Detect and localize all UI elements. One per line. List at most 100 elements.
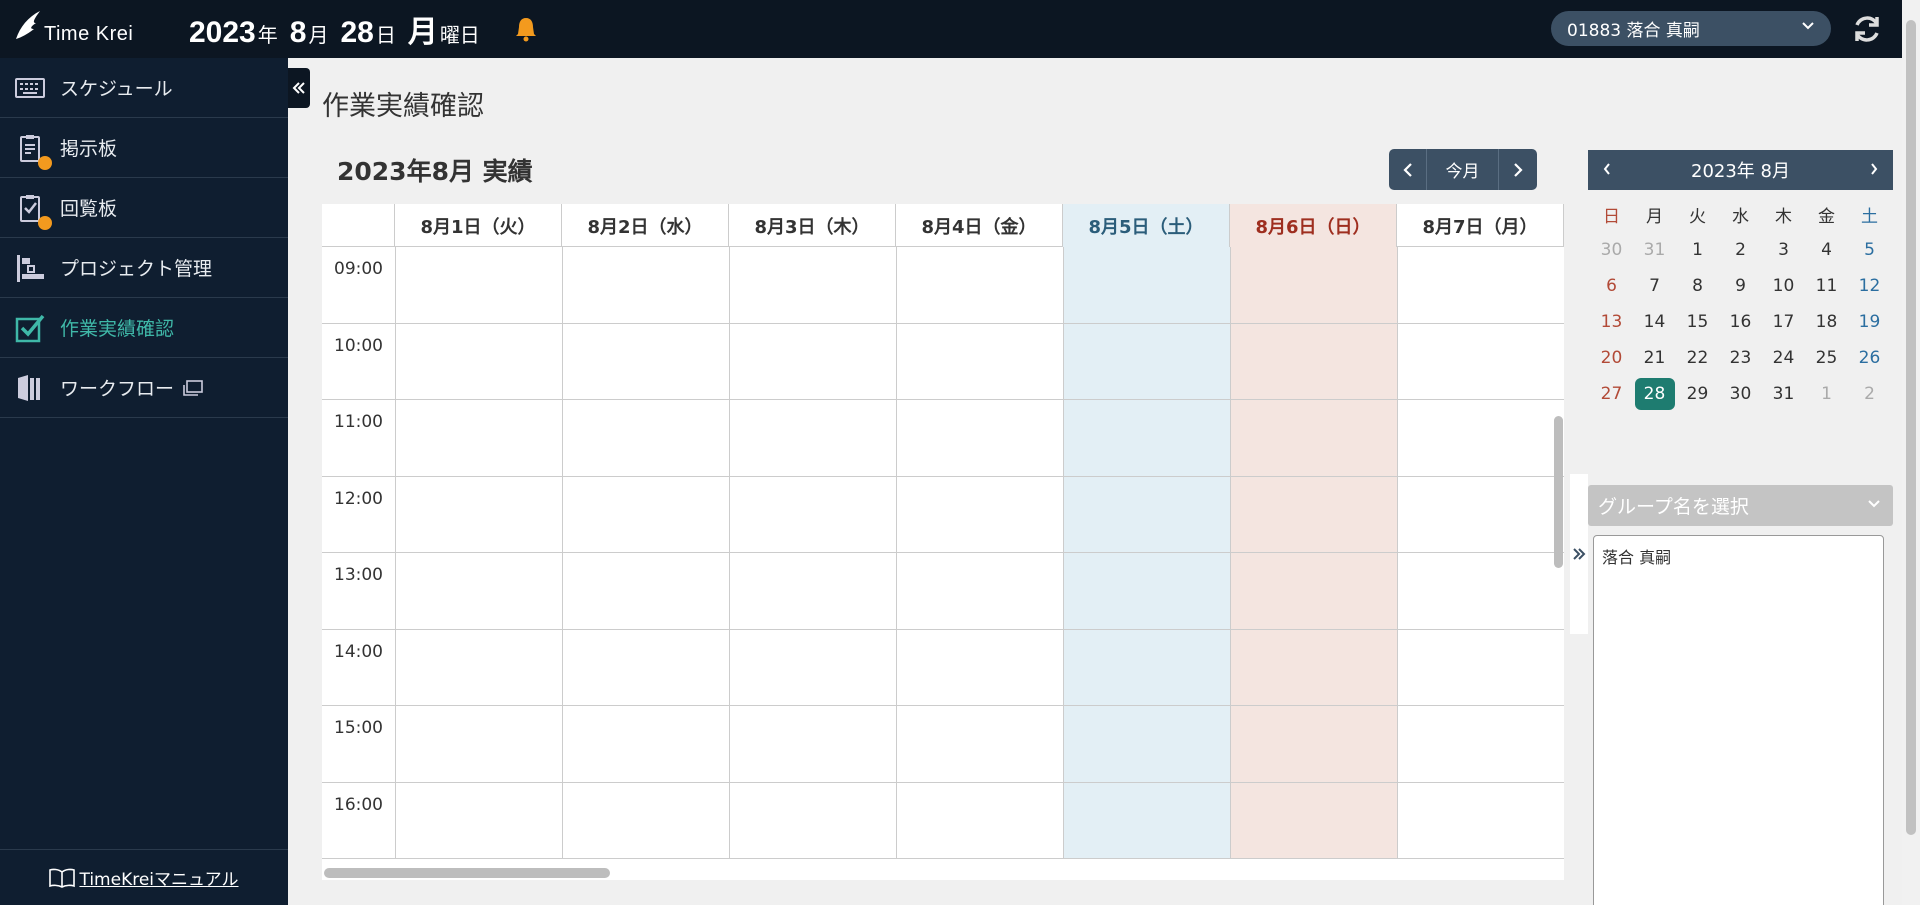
mini-calendar-day[interactable]: 18: [1805, 304, 1848, 340]
mini-calendar-day[interactable]: 1: [1676, 232, 1719, 268]
time-slot-cell[interactable]: [563, 324, 729, 400]
member-list[interactable]: 落合 真嗣: [1593, 535, 1884, 905]
mini-calendar-day[interactable]: 25: [1805, 340, 1848, 376]
horizontal-scrollbar[interactable]: [324, 868, 610, 878]
time-slot-cell[interactable]: [1231, 324, 1397, 400]
time-slot-cell[interactable]: [730, 247, 896, 324]
mini-calendar-day[interactable]: 30: [1590, 232, 1633, 268]
sidebar-item-circular[interactable]: 回覧板: [0, 178, 288, 238]
mini-calendar-day[interactable]: 22: [1676, 340, 1719, 376]
group-select[interactable]: グループ名を選択: [1588, 485, 1893, 526]
prev-month-button[interactable]: [1389, 149, 1427, 190]
time-slot-cell[interactable]: [396, 247, 562, 324]
mini-calendar-day[interactable]: 8: [1676, 268, 1719, 304]
mini-calendar-day[interactable]: 31: [1633, 232, 1676, 268]
mini-calendar-day[interactable]: 14: [1633, 304, 1676, 340]
time-slot-cell[interactable]: [396, 400, 562, 477]
time-slot-cell[interactable]: [1398, 324, 1564, 400]
mini-calendar-day[interactable]: 29: [1676, 376, 1719, 412]
time-slot-cell[interactable]: [1064, 400, 1230, 477]
time-slot-cell[interactable]: [1231, 477, 1397, 553]
time-slot-cell[interactable]: [730, 324, 896, 400]
mini-calendar-day[interactable]: 23: [1719, 340, 1762, 376]
mini-calendar-day[interactable]: 1: [1805, 376, 1848, 412]
time-slot-cell[interactable]: [897, 247, 1063, 324]
time-slot-cell[interactable]: [1398, 553, 1564, 630]
time-slot-cell[interactable]: [1064, 247, 1230, 324]
mini-calendar-day[interactable]: 19: [1848, 304, 1891, 340]
time-slot-cell[interactable]: [563, 400, 729, 477]
time-slot-cell[interactable]: [396, 706, 562, 783]
time-slot-cell[interactable]: [1231, 630, 1397, 706]
next-month-button[interactable]: [1499, 149, 1537, 190]
time-slot-cell[interactable]: [396, 553, 562, 630]
sidebar-item-project-management[interactable]: プロジェクト管理: [0, 238, 288, 298]
mini-calendar-day[interactable]: 20: [1590, 340, 1633, 376]
time-slot-cell[interactable]: [897, 706, 1063, 783]
mini-calendar-day[interactable]: 24: [1762, 340, 1805, 376]
time-slot-cell[interactable]: [563, 783, 729, 859]
time-slot-cell[interactable]: [396, 324, 562, 400]
sidebar-item-work-results[interactable]: 作業実績確認: [0, 298, 288, 358]
time-slot-cell[interactable]: [730, 553, 896, 630]
mini-calendar-day[interactable]: 4: [1805, 232, 1848, 268]
mini-calendar-today[interactable]: 28: [1633, 376, 1676, 412]
mini-calendar-day[interactable]: 26: [1848, 340, 1891, 376]
expand-panel-button[interactable]: [1570, 474, 1588, 634]
time-slot-cell[interactable]: [897, 630, 1063, 706]
mini-calendar-day[interactable]: 9: [1719, 268, 1762, 304]
time-slot-cell[interactable]: [1231, 400, 1397, 477]
mini-calendar-day[interactable]: 17: [1762, 304, 1805, 340]
time-slot-cell[interactable]: [1064, 553, 1230, 630]
time-slot-cell[interactable]: [1398, 783, 1564, 859]
mini-calendar-day[interactable]: 30: [1719, 376, 1762, 412]
time-slot-cell[interactable]: [897, 477, 1063, 553]
mini-calendar-day[interactable]: 16: [1719, 304, 1762, 340]
mini-calendar-day[interactable]: 6: [1590, 268, 1633, 304]
time-slot-cell[interactable]: [730, 783, 896, 859]
mini-calendar-day[interactable]: 27: [1590, 376, 1633, 412]
time-slot-cell[interactable]: [396, 477, 562, 553]
time-slot-cell[interactable]: [730, 630, 896, 706]
mini-calendar-day[interactable]: 3: [1762, 232, 1805, 268]
time-slot-cell[interactable]: [1064, 477, 1230, 553]
mini-calendar-day[interactable]: 13: [1590, 304, 1633, 340]
time-slot-cell[interactable]: [563, 553, 729, 630]
time-slot-cell[interactable]: [563, 247, 729, 324]
time-slot-cell[interactable]: [563, 630, 729, 706]
time-slot-cell[interactable]: [1064, 706, 1230, 783]
manual-link[interactable]: TimeKreiマニュアル: [0, 849, 288, 905]
mini-calendar-day[interactable]: 15: [1676, 304, 1719, 340]
time-slot-cell[interactable]: [1064, 324, 1230, 400]
mini-calendar-day[interactable]: 7: [1633, 268, 1676, 304]
collapse-sidebar-button[interactable]: [288, 68, 310, 108]
time-slot-cell[interactable]: [1398, 247, 1564, 324]
mini-prev-month-button[interactable]: [1602, 160, 1612, 181]
time-slot-cell[interactable]: [730, 477, 896, 553]
time-slot-cell[interactable]: [1064, 630, 1230, 706]
mini-calendar-day[interactable]: 31: [1762, 376, 1805, 412]
refresh-icon[interactable]: [1850, 12, 1884, 46]
time-slot-cell[interactable]: [563, 706, 729, 783]
member-item[interactable]: 落合 真嗣: [1602, 544, 1875, 568]
mini-calendar-day[interactable]: 12: [1848, 268, 1891, 304]
time-slot-cell[interactable]: [897, 783, 1063, 859]
mini-calendar-day[interactable]: 5: [1848, 232, 1891, 268]
time-slot-cell[interactable]: [897, 553, 1063, 630]
mini-calendar-day[interactable]: 2: [1719, 232, 1762, 268]
vertical-scrollbar[interactable]: [1554, 416, 1563, 568]
time-slot-cell[interactable]: [1398, 477, 1564, 553]
sidebar-item-workflow[interactable]: ワークフロー: [0, 358, 288, 418]
weekly-calendar-grid[interactable]: 8月1日（火） 8月2日（水） 8月3日（木） 8月4日（金） 8月5日（土） …: [322, 204, 1564, 880]
time-slot-cell[interactable]: [1398, 400, 1564, 477]
time-slot-cell[interactable]: [730, 706, 896, 783]
mini-calendar-day[interactable]: 11: [1805, 268, 1848, 304]
time-slot-cell[interactable]: [897, 324, 1063, 400]
time-slot-cell[interactable]: [1231, 247, 1397, 324]
mini-calendar-day[interactable]: 2: [1848, 376, 1891, 412]
app-logo[interactable]: Time Krei: [12, 9, 162, 49]
notification-bell-icon[interactable]: [514, 16, 538, 42]
time-slot-cell[interactable]: [1064, 783, 1230, 859]
mini-next-month-button[interactable]: [1869, 160, 1879, 181]
sidebar-item-schedule[interactable]: スケジュール: [0, 58, 288, 118]
